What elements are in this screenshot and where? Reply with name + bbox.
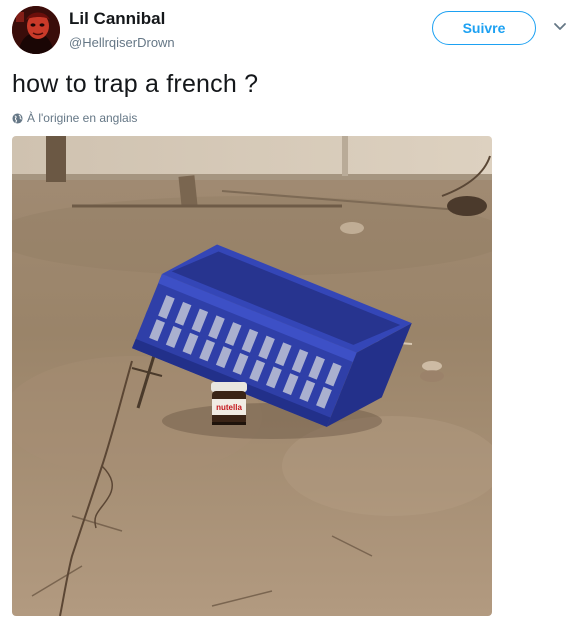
display-name[interactable]: Lil Cannibal	[69, 9, 165, 29]
translation-text: À l'origine en anglais	[27, 111, 138, 125]
svg-text:nutella: nutella	[216, 403, 242, 412]
tweet-card: Lil Cannibal @HellrqiserDrown Suivre how…	[0, 0, 576, 623]
tweet-photo[interactable]: nutella	[12, 136, 492, 616]
globe-icon	[12, 112, 23, 124]
user-avatar[interactable]	[12, 6, 60, 54]
follow-button[interactable]: Suivre	[432, 11, 536, 45]
translation-note: À l'origine en anglais	[12, 110, 137, 126]
photo-crate-trap: nutella	[12, 136, 492, 616]
tweet-text: how to trap a french ?	[12, 70, 259, 98]
user-handle[interactable]: @HellrqiserDrown	[69, 35, 175, 50]
chevron-down-icon[interactable]	[553, 22, 567, 32]
avatar-image	[12, 6, 60, 54]
